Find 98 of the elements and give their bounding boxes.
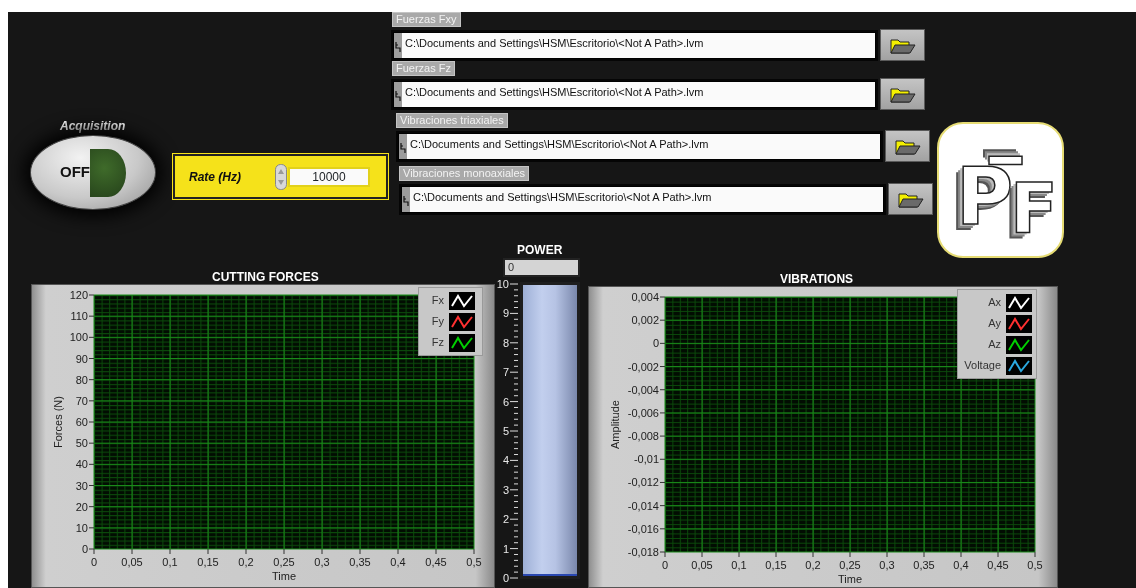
browse-button[interactable] <box>888 183 933 215</box>
tick-label: 60 <box>75 416 88 428</box>
tick-label: 50 <box>75 437 88 450</box>
tick-label: 0,25 <box>839 559 861 571</box>
folder-icon <box>889 36 916 54</box>
tick-label: 0 <box>661 559 669 571</box>
folder-icon <box>894 137 921 155</box>
tick-label: -0,006 <box>627 406 659 419</box>
scale-label: 2 <box>502 513 509 526</box>
tick-label: 0,45 <box>987 559 1009 571</box>
axis-title: Time <box>272 570 296 582</box>
axis-title: Forces (N) <box>52 396 64 448</box>
tick-label: 90 <box>75 352 88 365</box>
tick-label: 0,25 <box>273 556 295 568</box>
tick-label: 0 <box>652 337 659 350</box>
tick-label: 0,3 <box>314 556 330 568</box>
tick-label: 10 <box>75 521 88 534</box>
scale-label: 1 <box>502 542 509 555</box>
scale-label: 6 <box>502 395 509 408</box>
tick-label: 0,1 <box>162 556 178 568</box>
tick-label: 0,45 <box>425 556 447 568</box>
browse-button[interactable] <box>880 78 925 110</box>
gauge-title: POWER <box>517 242 563 259</box>
browse-button[interactable] <box>880 29 925 61</box>
tick-label: 100 <box>69 331 88 344</box>
tick-label: -0,012 <box>627 476 659 489</box>
legend-label: Fx <box>430 293 445 309</box>
path-handle-icon[interactable] <box>402 194 410 207</box>
tick-label: -0,002 <box>627 360 659 373</box>
scale-label: 8 <box>502 336 509 349</box>
tick-label: 0,2 <box>238 556 254 568</box>
reading-field: 0 <box>503 258 580 277</box>
rate-label: Rate (Hz) <box>189 168 242 186</box>
tick-label: 20 <box>75 500 88 513</box>
tick-label: 70 <box>75 394 88 407</box>
scale-label: 0 <box>502 572 509 582</box>
tick-label: -0,016 <box>627 522 659 535</box>
tick-label: 0,4 <box>390 556 406 568</box>
tick-label: 0 <box>81 543 88 555</box>
tick-label: -0,004 <box>627 383 659 396</box>
tick-label: 0,35 <box>913 559 935 571</box>
tick-label: 30 <box>75 479 88 492</box>
tick-label: 0,004 <box>631 291 659 303</box>
path-handle-icon[interactable] <box>394 89 402 102</box>
tick-label: 0,002 <box>631 314 659 327</box>
tick-label: 40 <box>75 458 88 471</box>
tick-label: -0,014 <box>627 499 659 512</box>
scale-label: 5 <box>502 425 509 437</box>
path-label: Fuerzas Fz <box>392 61 455 76</box>
scale-label: 4 <box>502 454 509 467</box>
tick-label: -0,01 <box>633 453 659 466</box>
axis-title: Amplitude <box>609 400 621 449</box>
spinner-control[interactable] <box>275 163 287 190</box>
folder-icon <box>889 85 916 103</box>
folder-icon <box>897 190 924 208</box>
legend-label: Fz <box>430 335 445 351</box>
browse-button[interactable] <box>885 130 930 162</box>
path-field[interactable]: C:\Documents and Settings\HSM\Escritorio\<Not A Path>.lvm <box>398 132 881 160</box>
tick-label: 0,05 <box>121 556 143 568</box>
tick-label: 120 <box>69 289 88 301</box>
legend-label: Fy <box>430 314 445 330</box>
legend-label: Az <box>987 337 1002 353</box>
legend-label: Ax <box>987 295 1002 311</box>
path-field[interactable]: C:\Documents and Settings\HSM\Escritorio\<Not A Path>.lvm <box>393 80 876 108</box>
legend-label: Voltage <box>963 358 1002 374</box>
tick-label: 0,3 <box>879 559 895 571</box>
chart-title: VIBRATIONS <box>780 271 854 288</box>
tick-label: 80 <box>75 373 88 386</box>
path-label: Vibraciones monoaxiales <box>399 166 530 181</box>
path-label: Fuerzas Fxy <box>392 12 461 27</box>
toggle-label: Acquisition <box>60 118 126 135</box>
tick-label: 0,05 <box>691 559 713 571</box>
path-handle-icon[interactable] <box>394 40 402 53</box>
tick-label: 0,15 <box>765 559 787 571</box>
scale-label: 9 <box>502 307 509 320</box>
acquisition-toggle[interactable]: OFF <box>30 135 156 210</box>
tick-label: 0 <box>90 556 98 568</box>
tick-label: -0,008 <box>627 430 659 443</box>
tick-label: 0,1 <box>731 559 747 571</box>
tick-label: 0,2 <box>805 559 821 571</box>
tick-label: 0,5 <box>466 556 482 568</box>
tick-label: 0,5 <box>1027 559 1043 571</box>
path-label: Vibraciones triaxiales <box>396 113 508 128</box>
path-field[interactable]: C:\Documents and Settings\HSM\Escritorio\<Not A Path>.lvm <box>401 185 884 213</box>
tick-label: -0,018 <box>627 546 659 558</box>
path-handle-icon[interactable] <box>399 141 407 154</box>
tick-label: 0,15 <box>197 556 219 568</box>
tick-label: 110 <box>70 310 88 323</box>
legend-label: Ay <box>987 316 1002 332</box>
scale-label: 7 <box>502 366 509 379</box>
scale-label: 10 <box>496 278 509 290</box>
chart-title: CUTTING FORCES <box>212 269 319 286</box>
path-field[interactable]: C:\Documents and Settings\HSM\Escritorio\<Not A Path>.lvm <box>393 31 876 59</box>
rate-field[interactable]: 10000 <box>288 166 370 187</box>
tick-label: 0,4 <box>953 559 969 571</box>
axis-title: Time <box>838 573 862 585</box>
tick-label: 0,35 <box>349 556 371 568</box>
scale-label: 3 <box>502 483 509 496</box>
